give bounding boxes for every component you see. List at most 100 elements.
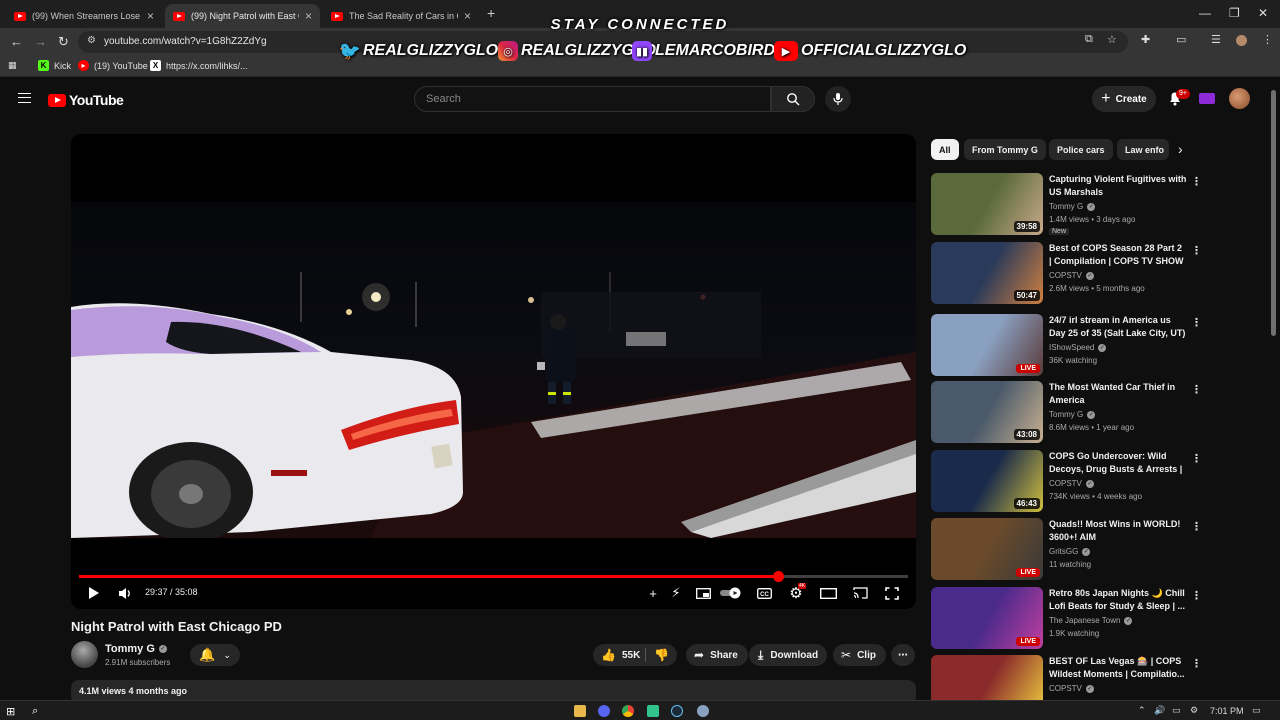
windows-start-icon[interactable]: ⊞ xyxy=(6,705,18,718)
lightning-button[interactable]: ⚡ xyxy=(667,583,685,603)
voice-search-button[interactable] xyxy=(825,86,851,112)
apps-grid-icon[interactable]: ▦ xyxy=(8,60,17,71)
close-tab-icon[interactable]: × xyxy=(464,9,471,23)
browser-tab-2[interactable]: (99) Night Patrol with East Chic × xyxy=(165,4,320,28)
recommendation-title[interactable]: 24/7 irl stream in America us Day 25 of … xyxy=(1049,314,1187,340)
recommendation-item[interactable]: 50:47 Best of COPS Season 28 Part 2 | Com… xyxy=(931,242,1202,304)
recommendation-title[interactable]: Retro 80s Japan Nights 🌙 Chill Lofi Beat… xyxy=(1049,587,1187,613)
miniplayer-button[interactable] xyxy=(693,583,713,603)
recommendation-item[interactable]: LIVE 24/7 irl stream in America us Day 25… xyxy=(931,314,1202,376)
chevron-right-icon[interactable]: › xyxy=(1178,141,1183,157)
side-panel-icon[interactable]: ▭ xyxy=(1176,33,1186,46)
extensions-icon[interactable]: ✚ xyxy=(1141,33,1150,46)
share-button[interactable]: ➦ Share xyxy=(686,644,748,666)
recommendation-item[interactable]: LIVE Retro 80s Japan Nights 🌙 Chill Lofi … xyxy=(931,587,1202,649)
video-player[interactable]: 29:37 / 35:08 + ⚡ CC ⚙ 4K xyxy=(71,134,916,609)
url-text[interactable]: youtube.com/watch?v=1G8hZ2ZdYg xyxy=(104,36,267,47)
channel-avatar[interactable] xyxy=(71,641,98,668)
progress-bar[interactable] xyxy=(79,571,908,582)
recommendation-item[interactable]: 43:08 The Most Wanted Car Thief in Americ… xyxy=(931,381,1202,443)
browser-tab-1[interactable]: (99) When Streamers Lose Milli × xyxy=(6,4,162,28)
volume-button[interactable] xyxy=(115,583,135,603)
bookmark-youtube[interactable]: ▸ (19) YouTube xyxy=(78,60,148,71)
chip-police-cars[interactable]: Police cars xyxy=(1049,139,1113,160)
recommendation-item[interactable]: 39:58 Capturing Violent Fugitives with US… xyxy=(931,173,1202,235)
video-thumbnail[interactable]: 43:08 xyxy=(931,381,1043,443)
search-box[interactable] xyxy=(414,86,771,112)
reload-icon[interactable]: ↻ xyxy=(58,34,69,50)
channel-name[interactable]: Tommy G ✓ xyxy=(105,643,167,655)
close-window-icon[interactable]: ✕ xyxy=(1258,6,1268,20)
play-button[interactable] xyxy=(85,583,103,603)
recommendation-channel[interactable]: Tommy G ✓ xyxy=(1049,410,1096,419)
speaker-icon[interactable]: 🔊 xyxy=(1154,705,1165,716)
clip-button[interactable]: ✂ Clip xyxy=(833,644,886,666)
back-icon[interactable]: ← xyxy=(10,34,23,49)
network-icon[interactable]: ▭ xyxy=(1172,705,1181,716)
more-vertical-icon[interactable]: ⋮ xyxy=(1191,175,1202,188)
cast-button[interactable] xyxy=(850,583,870,603)
search-input[interactable] xyxy=(415,87,770,111)
recommendation-channel[interactable]: IShowSpeed ✓ xyxy=(1049,343,1107,352)
recommendation-item[interactable]: BEST OF Las Vegas 🎰 | COPS Wildest Momen… xyxy=(931,655,1202,717)
minimize-icon[interactable]: — xyxy=(1199,6,1211,20)
forward-icon[interactable]: → xyxy=(34,34,47,49)
more-vertical-icon[interactable]: ⋮ xyxy=(1191,244,1202,257)
browser-menu-icon[interactable]: ⋮ xyxy=(1262,33,1273,46)
recommendation-item[interactable]: 46:43 COPS Go Undercover: Wild Decoys, Dr… xyxy=(931,450,1202,512)
menu-icon[interactable] xyxy=(18,93,31,103)
video-thumbnail[interactable]: LIVE xyxy=(931,518,1043,580)
chip-law-enforcement[interactable]: Law enfo xyxy=(1117,139,1169,160)
recommendation-title[interactable]: COPS Go Undercover: Wild Decoys, Drug Bu… xyxy=(1049,450,1187,476)
maximize-icon[interactable]: ❐ xyxy=(1229,6,1240,20)
captions-button[interactable]: CC xyxy=(754,583,774,603)
bookmark-star-icon[interactable]: ☆ xyxy=(1107,33,1117,46)
youtube-logo[interactable]: YouTube xyxy=(48,92,124,108)
close-tab-icon[interactable]: × xyxy=(147,9,154,23)
recommendation-channel[interactable]: GritsGG ✓ xyxy=(1049,547,1091,556)
subscription-notifications-button[interactable]: 🔔 ⌄ xyxy=(190,644,240,666)
app-icon[interactable] xyxy=(647,705,659,717)
chip-all[interactable]: All xyxy=(931,139,959,160)
more-vertical-icon[interactable]: ⋮ xyxy=(1191,520,1202,533)
more-vertical-icon[interactable]: ⋮ xyxy=(1191,316,1202,329)
search-icon[interactable]: ⌕ xyxy=(32,705,44,717)
install-app-icon[interactable]: ⧉ xyxy=(1085,33,1093,46)
progress-scrubber-handle[interactable] xyxy=(772,571,784,582)
autoplay-toggle[interactable] xyxy=(718,583,744,603)
video-thumbnail[interactable]: 39:58 xyxy=(931,173,1043,235)
chip-from-channel[interactable]: From Tommy G xyxy=(964,139,1046,160)
create-button[interactable]: + Create xyxy=(1092,86,1156,112)
recommendation-title[interactable]: Best of COPS Season 28 Part 2 | Compilat… xyxy=(1049,242,1187,268)
video-thumbnail[interactable]: LIVE xyxy=(931,314,1043,376)
recommendation-title[interactable]: Capturing Violent Fugitives with US Mars… xyxy=(1049,173,1187,199)
bookmark-x[interactable]: X https://x.com/lihks/... xyxy=(150,60,248,71)
discord-icon[interactable] xyxy=(598,705,610,717)
recommendation-channel[interactable]: COPSTV ✓ xyxy=(1049,684,1094,693)
new-tab-icon[interactable]: + xyxy=(487,5,495,21)
recommendation-channel[interactable]: Tommy G ✓ xyxy=(1049,202,1096,211)
notification-center-icon[interactable]: ▭ xyxy=(1252,705,1261,716)
steam-icon[interactable] xyxy=(671,705,683,717)
search-button[interactable] xyxy=(771,86,815,112)
browser-tab-3[interactable]: The Sad Reality of Cars in GTA C × xyxy=(323,4,479,28)
recommendation-channel[interactable]: COPSTV ✓ xyxy=(1049,271,1094,280)
more-vertical-icon[interactable]: ⋮ xyxy=(1191,657,1202,670)
more-vertical-icon[interactable]: ⋮ xyxy=(1191,589,1202,602)
tray-chevron-icon[interactable]: ⌃ xyxy=(1138,705,1146,716)
recommendation-title[interactable]: Quads!! Most Wins in WORLD! 3600+! AIM xyxy=(1049,518,1187,544)
theater-mode-button[interactable] xyxy=(818,583,838,603)
recommendation-channel[interactable]: COPSTV ✓ xyxy=(1049,479,1094,488)
download-button[interactable]: ⤓ Download xyxy=(749,644,827,666)
omnibox[interactable]: ⚙ youtube.com/watch?v=1G8hZ2ZdYg xyxy=(78,31,1128,53)
close-tab-icon[interactable]: × xyxy=(305,9,312,23)
account-avatar[interactable] xyxy=(1229,88,1250,109)
clock[interactable]: 7:01 PM xyxy=(1210,706,1244,716)
tray-gear-icon[interactable]: ⚙ xyxy=(1190,705,1198,716)
fullscreen-button[interactable] xyxy=(882,583,902,603)
video-thumbnail[interactable]: 46:43 xyxy=(931,450,1043,512)
bookmark-kick[interactable]: K Kick xyxy=(38,60,71,71)
page-scrollbar[interactable] xyxy=(1271,90,1276,336)
file-explorer-icon[interactable] xyxy=(574,705,586,717)
chrome-icon[interactable] xyxy=(622,705,634,717)
